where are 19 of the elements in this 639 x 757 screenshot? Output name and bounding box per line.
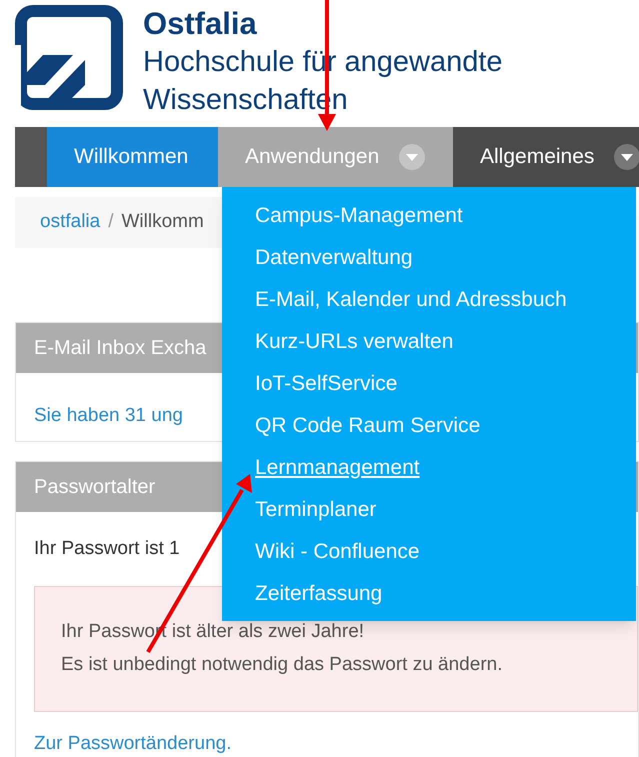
alert-text: Es ist unbedingt notwendig das Passwort zu ändern. (61, 653, 504, 677)
logo-icon (15, 5, 123, 110)
menu-item[interactable]: Zeiterfassung (222, 573, 636, 615)
panel-link[interactable]: Sie haben 31 ung (34, 402, 183, 430)
menu-item[interactable]: Kurz-URLs verwalten (222, 321, 636, 363)
nav-tab[interactable]: Willkommen (47, 127, 218, 187)
breadcrumb-link[interactable]: ostfalia (40, 208, 100, 237)
menu-item[interactable]: Wiki - Confluence (222, 531, 636, 573)
panel-text: Ihr Passwort ist 1 (34, 536, 180, 560)
menu-item[interactable]: E-Mail, Kalender und Adressbuch (222, 279, 636, 321)
breadcrumb-current: Willkomm (121, 210, 204, 234)
brand-name: Ostfalia (143, 5, 258, 43)
nav-tab[interactable]: Allgemeines (453, 127, 639, 187)
panel-link[interactable]: Zur Passwortänderung. (34, 730, 232, 757)
nav-tab[interactable]: Anwendungen (218, 127, 453, 187)
menu-item[interactable]: Campus-Management (222, 195, 636, 237)
breadcrumb-separator: / (108, 210, 114, 234)
menu-item[interactable]: QR Code Raum Service (222, 405, 636, 447)
menu-item[interactable]: Datenverwaltung (222, 237, 636, 279)
